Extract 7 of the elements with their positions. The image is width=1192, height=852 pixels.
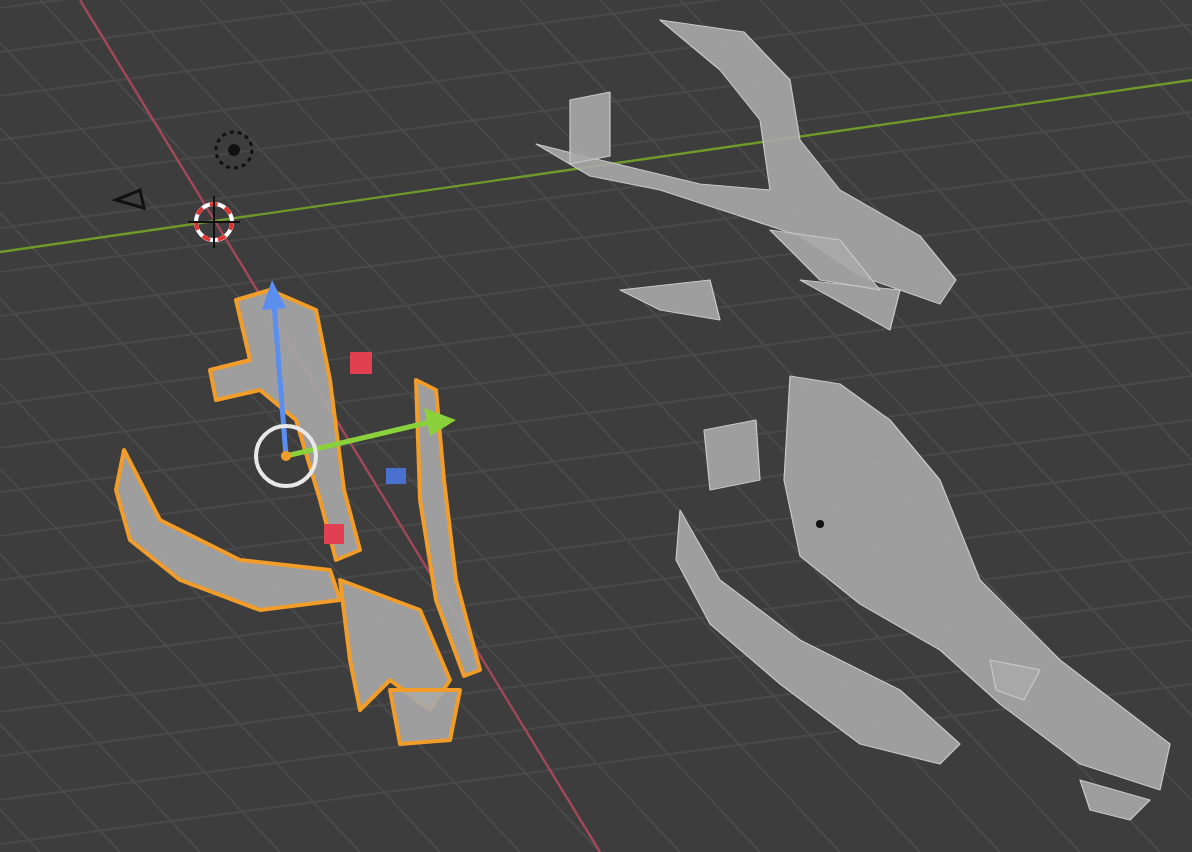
mesh-object[interactable]	[535, 19, 957, 331]
3d-viewport[interactable]	[0, 0, 1192, 852]
3d-cursor-icon[interactable]	[187, 195, 241, 249]
origin-dot	[816, 520, 824, 528]
mesh-object[interactable]	[675, 375, 1171, 821]
mesh-object[interactable]	[114, 288, 482, 746]
move-gizmo[interactable]	[254, 280, 456, 544]
